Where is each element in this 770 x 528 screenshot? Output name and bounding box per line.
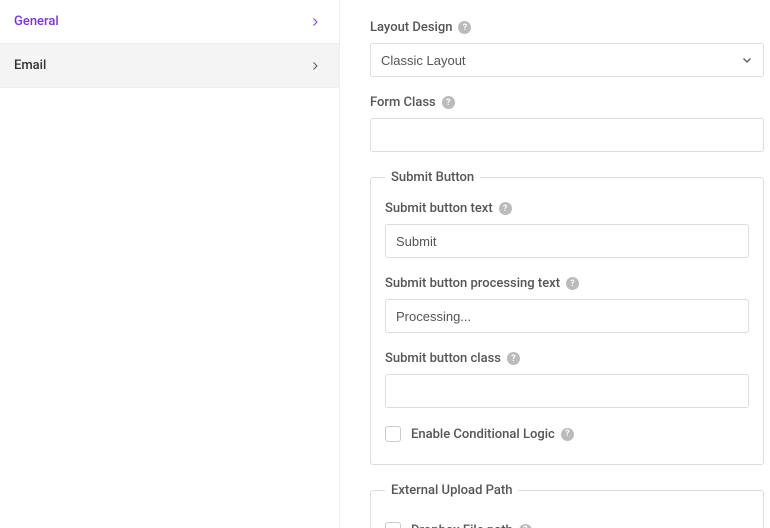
conditional-logic-row: Enable Conditional Logic ? [385, 426, 749, 442]
submit-button-legend: Submit Button [385, 170, 480, 185]
submit-class-input[interactable] [385, 374, 749, 408]
sidebar-item-label: General [14, 14, 59, 29]
settings-main: Layout Design ? Classic Layout Form Clas… [340, 0, 770, 528]
sidebar-item-label: Email [14, 58, 46, 73]
help-icon[interactable]: ? [507, 352, 520, 365]
conditional-logic-label: Enable Conditional Logic ? [411, 427, 574, 442]
submit-text-field: Submit button text ? [385, 201, 749, 258]
form-class-label: Form Class ? [370, 95, 764, 110]
dropbox-label: Dropbox File path ? [411, 523, 532, 528]
form-class-input[interactable] [370, 118, 764, 152]
external-upload-legend: External Upload Path [385, 483, 518, 498]
dropbox-checkbox[interactable] [385, 522, 401, 528]
submit-processing-label: Submit button processing text ? [385, 276, 749, 291]
sidebar-item-general[interactable]: General [0, 0, 339, 44]
external-upload-fieldset: External Upload Path Dropbox File path ?… [370, 483, 764, 528]
help-icon[interactable]: ? [499, 202, 512, 215]
submit-processing-field: Submit button processing text ? [385, 276, 749, 333]
submit-text-label: Submit button text ? [385, 201, 749, 216]
conditional-logic-checkbox[interactable] [385, 426, 401, 442]
submit-class-label: Submit button class ? [385, 351, 749, 366]
form-class-field: Form Class ? [370, 95, 764, 152]
help-icon[interactable]: ? [561, 428, 574, 441]
submit-processing-input[interactable] [385, 299, 749, 333]
settings-sidebar: General Email [0, 0, 340, 528]
help-icon[interactable]: ? [566, 277, 579, 290]
sidebar-item-email[interactable]: Email [0, 44, 339, 88]
layout-design-field: Layout Design ? Classic Layout [370, 20, 764, 77]
help-icon[interactable]: ? [458, 21, 471, 34]
layout-design-label: Layout Design ? [370, 20, 764, 35]
help-icon[interactable]: ? [519, 524, 532, 528]
dropbox-row: Dropbox File path ? [385, 522, 749, 528]
submit-class-field: Submit button class ? [385, 351, 749, 408]
submit-text-input[interactable] [385, 224, 749, 258]
help-icon[interactable]: ? [442, 96, 455, 109]
submit-button-fieldset: Submit Button Submit button text ? Submi… [370, 170, 764, 465]
chevron-right-icon [309, 60, 321, 72]
layout-design-select[interactable]: Classic Layout [370, 43, 764, 77]
chevron-right-icon [309, 16, 321, 28]
